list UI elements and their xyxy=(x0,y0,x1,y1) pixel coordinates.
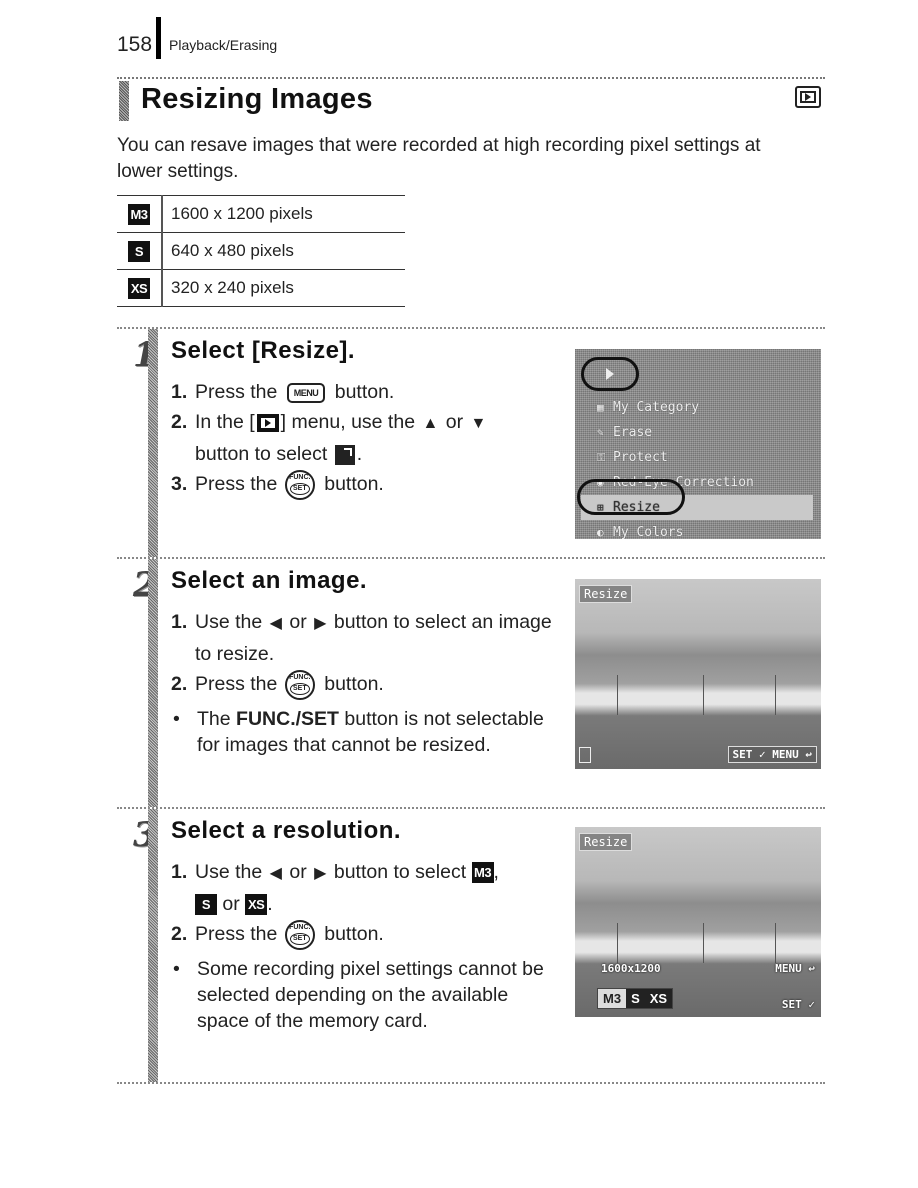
left-arrow-icon: ◀ xyxy=(269,865,282,882)
func-set-button-icon: FUNC. SET xyxy=(284,669,315,700)
step-divider xyxy=(117,327,825,329)
resolution-xs-icon: XS xyxy=(245,894,268,916)
right-arrow-icon: ▶ xyxy=(314,615,327,632)
step-3: 3 Select a resolution. 1. Use the ◀ or ▶… xyxy=(117,807,825,1082)
step-2: 2 Select an image. 1. Use the ◀ or ▶ but… xyxy=(117,557,825,807)
screen-footer: SET ✓ MENU ↩ xyxy=(727,746,817,763)
screen-set-label: SET ✓ xyxy=(781,998,815,1011)
step-bar xyxy=(148,809,158,1082)
left-arrow-icon: ◀ xyxy=(269,615,282,632)
step-divider xyxy=(117,557,825,559)
down-arrow-icon: ▼ xyxy=(470,415,487,432)
page-number: 158 xyxy=(117,33,153,56)
func-set-button-icon: FUNC. SET xyxy=(284,469,315,500)
step-divider xyxy=(117,807,825,809)
resolution-option-selected: M3 xyxy=(598,989,627,1008)
title-marker xyxy=(119,81,129,121)
playback-mode-icon xyxy=(795,86,821,108)
resolution-option: S xyxy=(631,991,640,1006)
menu-item: ◐ My Colors xyxy=(597,525,684,539)
instruction-item: 3. Press the FUNC. SET button. xyxy=(171,469,561,500)
instruction-item: 1. Use the ◀ or ▶ button to select M3, S… xyxy=(171,861,499,916)
step-1: 1 Select [Resize]. 1. Press the MENU but… xyxy=(117,327,825,557)
resize-icon xyxy=(334,444,355,465)
note-item: • Some recording pixel settings cannot b… xyxy=(173,957,544,1032)
step-title: Select [Resize]. xyxy=(171,337,356,364)
page-title: Resizing Images xyxy=(141,83,373,115)
menu-button-icon: MENU xyxy=(286,382,326,403)
camera-screen-resolution-select: Resize 1600x1200 MENU ↩ M3 S XS SET ✓ xyxy=(575,827,821,1017)
screen-title: Resize xyxy=(579,833,633,851)
func-set-button-icon: FUNC. SET xyxy=(284,919,315,950)
resolution-value: 640 x 480 pixels xyxy=(162,232,405,270)
step-title: Select an image. xyxy=(171,567,368,594)
resolution-value: 320 x 240 pixels xyxy=(162,269,405,307)
table-row: M3 1600 x 1200 pixels xyxy=(117,195,405,233)
page-header: 158 Playback/Erasing xyxy=(117,17,278,59)
resolution-xs-icon: XS xyxy=(128,277,150,299)
title-block: Resizing Images xyxy=(117,77,825,121)
menu-item: ⚿ Protect xyxy=(597,450,668,465)
up-arrow-icon: ▲ xyxy=(422,415,439,432)
instruction-item: 2. In the [] menu, use the ▲ or ▼ button… xyxy=(171,411,487,465)
header-divider xyxy=(156,17,162,59)
resolution-m3-icon: M3 xyxy=(128,203,150,225)
camera-screen-menu: ▦ My Category ✎ Erase ⚿ Protect ◉ Red-Eye Co… xyxy=(575,349,821,539)
title-rule xyxy=(117,77,825,79)
camera-screen-image-select: Resize SET ✓ MENU ↩ xyxy=(575,579,821,769)
instruction-item: 1. Use the ◀ or ▶ button to select an im… xyxy=(171,611,552,665)
resolution-s-icon: S xyxy=(128,240,150,262)
table-row: XS 320 x 240 pixels xyxy=(117,269,405,307)
menu-item: ▦ My Category xyxy=(597,400,700,415)
note-item: • The FUNC./SET button is not selectable… xyxy=(173,707,544,756)
step-title: Select a resolution. xyxy=(171,817,402,844)
step-instructions: 1. Use the ◀ or ▶ button to select an im… xyxy=(171,607,561,758)
step-bar xyxy=(148,559,158,807)
resolution-value: 1600 x 1200 pixels xyxy=(162,195,405,233)
bottom-divider xyxy=(117,1082,825,1084)
resolution-picker: M3 S XS xyxy=(597,988,674,1009)
step-instructions: 1. Press the MENU button. 2. In the [] m… xyxy=(171,377,561,500)
camera-menu-list: ▦ My Category ✎ Erase ⚿ Protect ◉ Red-Eye Co… xyxy=(581,395,813,539)
table-row: S 640 x 480 pixels xyxy=(117,232,405,270)
screen-title: Resize xyxy=(579,585,633,603)
resolution-s-icon: S xyxy=(195,894,217,916)
right-arrow-icon: ▶ xyxy=(314,865,327,882)
screen-menu-label: MENU ↩ xyxy=(775,962,815,975)
screen-guide-lines xyxy=(575,923,821,963)
screen-guide-lines xyxy=(575,675,821,715)
instruction-item: 1. Press the MENU button. xyxy=(171,381,395,403)
intro-text: You can resave images that were recorded… xyxy=(117,135,761,182)
resolution-m3-icon: M3 xyxy=(471,862,494,884)
resize-highlight-oval xyxy=(577,479,685,515)
screen-size-label: 1600x1200 xyxy=(601,962,661,975)
resolution-option: XS xyxy=(649,991,668,1006)
menu-item: ✎ Erase xyxy=(597,425,653,440)
step-instructions: 1. Use the ◀ or ▶ button to select M3, S… xyxy=(171,857,561,1034)
resolution-table: M3 1600 x 1200 pixels S 640 x 480 pixels… xyxy=(117,195,405,307)
section-name: Playback/Erasing xyxy=(169,37,278,53)
playback-tab-highlight xyxy=(581,357,639,391)
card-icon xyxy=(579,747,591,763)
playback-menu-icon xyxy=(256,413,279,432)
instruction-item: 2. Press the FUNC. SET button. xyxy=(171,919,561,950)
step-bar xyxy=(148,329,158,557)
instruction-item: 2. Press the FUNC. SET button. xyxy=(171,669,561,700)
